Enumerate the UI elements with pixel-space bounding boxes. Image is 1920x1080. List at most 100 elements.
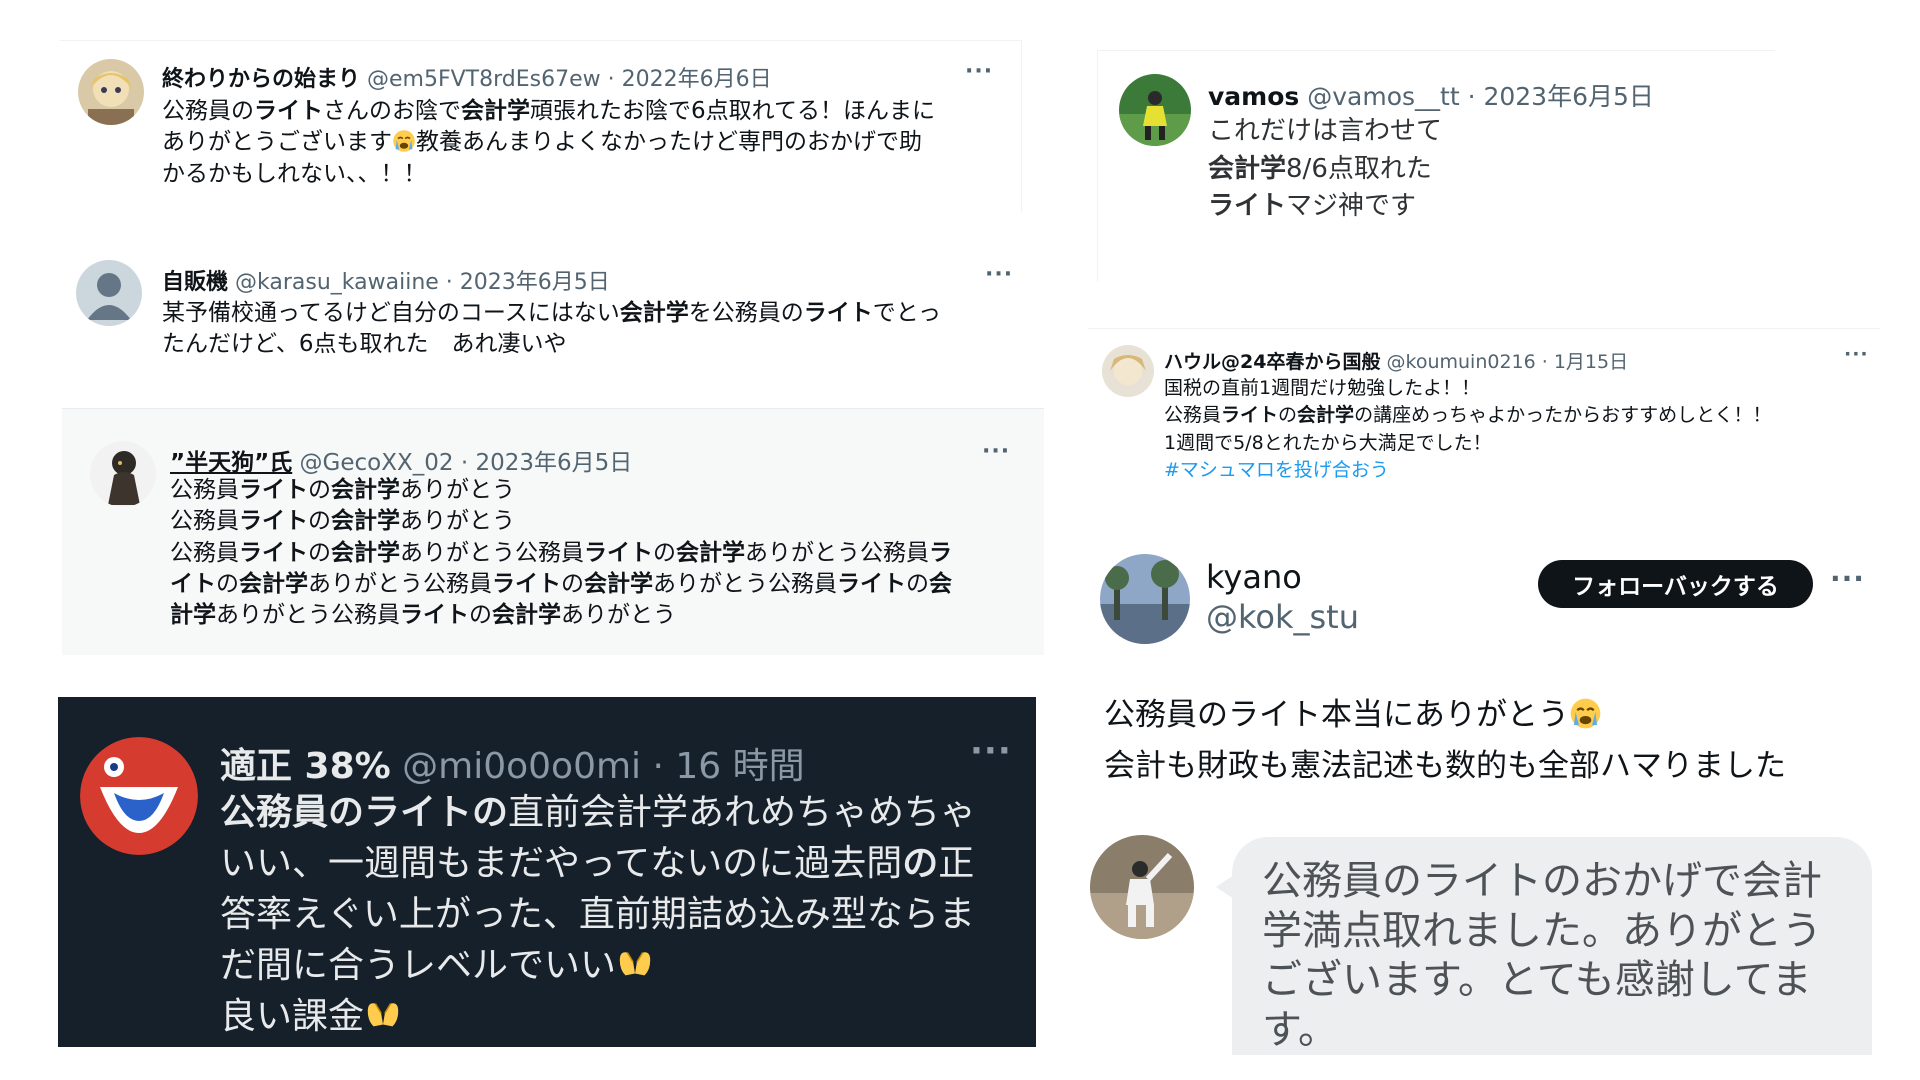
text-segment: でとっ: [872, 300, 942, 326]
tweet-author-name[interactable]: vamos: [1208, 82, 1299, 111]
tweet-meta[interactable]: @em5FVT8rdEs67ew · 2022年6月6日: [367, 67, 772, 92]
tweet-author-name[interactable]: 適正 38%: [220, 746, 391, 787]
text-segment: 公務員の: [162, 98, 254, 124]
text-line: 良い課金: [220, 991, 1020, 1042]
tweet-text: 公務員のライトの直前会計学あれめちゃめちゃ いい、一週間もまだやってないのに過去問…: [220, 787, 1020, 1043]
tweet-meta[interactable]: @vamos__tt · 2023年6月5日: [1307, 82, 1654, 111]
text-segment: 国税の直前1週間だけ勉強したよ！！: [1164, 377, 1481, 399]
text-segment: ありがとう公務員: [653, 570, 837, 597]
text-segment: さんのお陰で: [323, 98, 461, 124]
tweet-card[interactable]: vamos @vamos__tt · 2023年6月5日 これだけは言わせて 会計…: [1097, 50, 1775, 282]
more-icon[interactable]: ···: [982, 439, 1010, 464]
tweet-meta[interactable]: @karasu_kawaiine · 2023年6月5日: [235, 270, 610, 295]
text-line: かるかもしれない、、！！: [162, 159, 1002, 190]
text-segment: の: [216, 570, 239, 597]
chat-bubble: 公務員のライトのおかげで会計学満点取れました。ありがとうございます。とても感謝し…: [1232, 837, 1872, 1055]
text-line: 公務員のライトの直前会計学あれめちゃめちゃ: [220, 787, 1020, 838]
highlight-text: 会計学: [331, 477, 400, 503]
tweet-author-name[interactable]: 自販機: [162, 270, 228, 295]
highlight-text: ライト: [837, 570, 906, 597]
text-segment: 公務員: [170, 508, 239, 535]
tweet-meta[interactable]: @GecoXX_02 · 2023年6月5日: [300, 450, 633, 476]
text-line: 公務員のライトさんのお陰で会計学頑張れたお陰で6点取れてる！ほんまに: [162, 96, 1002, 127]
user-avatar[interactable]: [1119, 74, 1191, 146]
text-segment: 正: [938, 843, 975, 885]
profile-name[interactable]: kyano: [1206, 558, 1302, 596]
default-avatar-icon[interactable]: [76, 260, 142, 326]
follow-back-button[interactable]: フォローバックする: [1538, 560, 1813, 608]
text-segment: ありがとう公務員: [745, 539, 929, 566]
highlight-text: ライト: [400, 602, 469, 629]
tweet-author-name[interactable]: ”半天狗”氏: [170, 450, 292, 476]
more-icon[interactable]: ···: [965, 59, 993, 84]
heart-hands-emoji: [364, 991, 402, 1042]
hashtag-link[interactable]: #マシュマロを投げ合おう: [1164, 459, 1389, 481]
text-segment: 公務員のライト本当にありがとう: [1104, 697, 1569, 733]
text-segment: の: [906, 570, 929, 597]
tweet-card[interactable]: ”半天狗”氏 @GecoXX_02 · 2023年6月5日 ··· 公務員ライト…: [62, 408, 1044, 655]
user-avatar[interactable]: [80, 737, 198, 855]
profile-handle[interactable]: @kok_stu: [1206, 598, 1359, 636]
text-segment: 頑張れたお陰で6点取れてる！ほんまに: [530, 98, 935, 124]
user-avatar[interactable]: [1102, 345, 1154, 397]
profile-post[interactable]: kyano @kok_stu フォローバックする ··· 公務員のライト本当にあ…: [1090, 540, 1900, 820]
highlight-text: ライト: [1208, 191, 1287, 222]
tweet-meta[interactable]: @mi0o0o0mi · 16 時間: [402, 746, 805, 787]
tweet-card[interactable]: 自販機 @karasu_kawaiine · 2023年6月5日 ··· 某予備…: [60, 246, 1022, 381]
text-segment: ありがとう公務員: [308, 570, 492, 597]
tweet-meta[interactable]: @koumuin0216 · 1月15日: [1387, 351, 1629, 373]
highlight-text: 会計学: [676, 539, 745, 566]
tweet-card[interactable]: 終わりからの始まり @em5FVT8rdEs67ew · 2022年6月6日 ·…: [60, 40, 1022, 212]
text-line: 国税の直前1週間だけ勉強したよ！！: [1164, 375, 1874, 402]
text-segment: の: [469, 602, 492, 629]
more-icon[interactable]: ···: [985, 262, 1013, 287]
text-segment: 公務員: [170, 477, 239, 503]
user-avatar[interactable]: [1100, 554, 1190, 644]
user-avatar[interactable]: [78, 59, 144, 125]
tweet-text: 公務員のライトさんのお陰で会計学頑張れたお陰で6点取れてる！ほんまに ありがとうご…: [162, 96, 1002, 190]
highlight-text: の: [902, 843, 939, 885]
tweet-card-dark[interactable]: 適正 38% @mi0o0o0mi · 16 時間 ··· 公務員のライトの直前…: [58, 697, 1036, 1047]
heart-hands-emoji: [616, 940, 654, 991]
highlight-text: 会計学: [619, 300, 689, 326]
text-line: 公務員ライトの会計学ありがとう: [170, 475, 1020, 506]
highlight-text: 公務員のライトの: [220, 792, 509, 833]
text-segment: これだけは言わせて: [1208, 116, 1443, 146]
text-line: イトの会計学ありがとう公務員ライトの会計学ありがとう公務員ライトの会: [170, 569, 1020, 600]
text-line: 公務員ライトの会計学ありがとう公務員ライトの会計学ありがとう公務員ラ: [170, 538, 1020, 569]
text-line: #マシュマロを投げ合おう: [1164, 457, 1874, 484]
highlight-text: 会計学: [239, 570, 308, 597]
text-segment: の: [308, 477, 331, 503]
text-segment: 教養あんまりよくなかったけど専門のおかげで助: [416, 129, 922, 156]
user-avatar[interactable]: [90, 441, 156, 507]
highlight-text: 会計学: [1297, 404, 1355, 427]
text-segment: だ間に合うレベルでいい: [220, 945, 617, 987]
crying-emoji: [392, 127, 416, 158]
tweet-card[interactable]: ハウル@24卒春から国般 @koumuin0216 · 1月15日 ··· 国税…: [1088, 328, 1880, 502]
tweet-text: 公務員ライトの会計学ありがとう 公務員ライトの会計学ありがとう 公務員ライトの会計学…: [170, 475, 1020, 631]
highlight-text: 計学: [170, 602, 216, 629]
post-text: 公務員のライト本当にありがとう 会計も財政も憲法記述も数的も全部ハマりました: [1104, 690, 1894, 792]
highlight-text: ライト: [239, 477, 308, 503]
more-icon[interactable]: ···: [970, 731, 1012, 771]
text-segment: いい、一週間もまだやってないのに過去問: [220, 843, 903, 885]
user-avatar[interactable]: [1090, 835, 1194, 939]
text-segment: 公務員: [170, 539, 239, 566]
text-line: いい、一週間もまだやってないのに過去問の正: [220, 838, 1020, 889]
text-line: 某予備校通ってるけど自分のコースにはない会計学を公務員のライトでとっ: [162, 298, 1022, 329]
text-line: 1週間で5/8とれたから大満足でした！: [1164, 430, 1874, 457]
text-segment: ありがとう: [400, 477, 515, 503]
tweet-text: 国税の直前1週間だけ勉強したよ！！ 公務員ライトの会計学の講座めっちゃよかったから…: [1164, 375, 1874, 484]
highlight-text: 会計学: [331, 508, 400, 535]
text-segment: ありがとう: [561, 602, 676, 629]
text-line: ライトマジ神です: [1208, 188, 1768, 226]
more-icon[interactable]: ···: [1830, 562, 1865, 595]
tweet-author-name[interactable]: 終わりからの始まり: [162, 67, 360, 92]
tweet-author-name[interactable]: ハウル@24卒春から国般: [1164, 351, 1380, 373]
highlight-text: 会計学: [584, 570, 653, 597]
text-line: これだけは言わせて: [1208, 113, 1768, 151]
more-icon[interactable]: ···: [1844, 343, 1869, 365]
text-segment: の: [308, 508, 331, 535]
highlight-text: 会計学: [492, 602, 561, 629]
highlight-text: ライト: [1221, 404, 1279, 427]
